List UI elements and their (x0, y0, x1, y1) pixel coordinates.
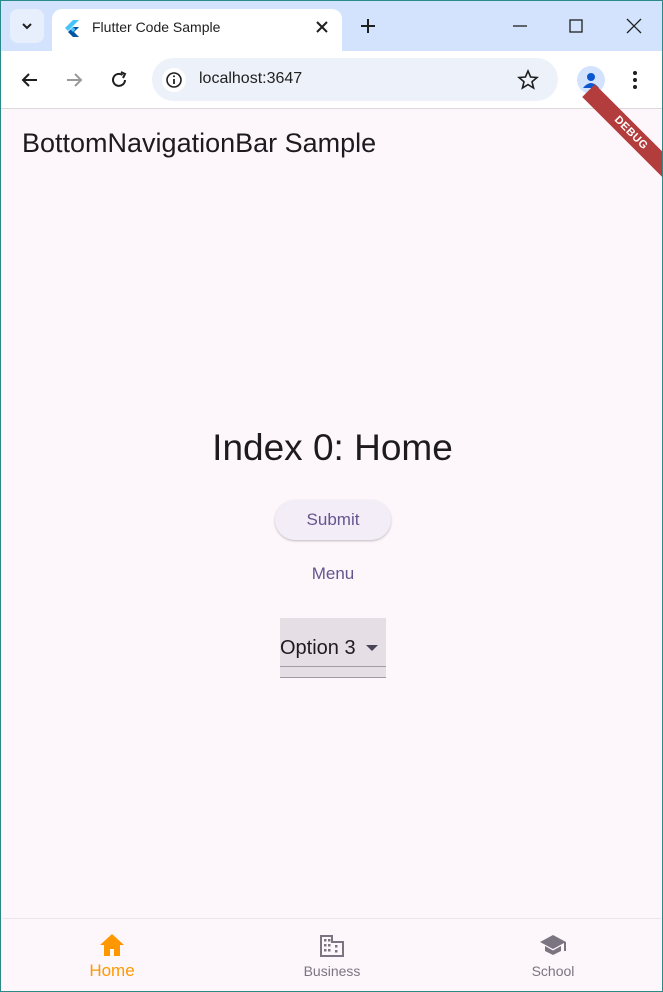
minimize-icon[interactable] (507, 13, 533, 39)
maximize-icon[interactable] (563, 13, 589, 39)
back-icon[interactable] (18, 68, 42, 92)
window-close-icon[interactable] (621, 13, 647, 39)
menu-button[interactable]: Menu (292, 558, 374, 590)
caret-down-icon (366, 645, 378, 651)
school-icon (540, 935, 566, 955)
site-info-button[interactable] (162, 68, 186, 92)
kebab-menu-icon[interactable] (625, 68, 645, 92)
star-icon[interactable] (516, 68, 540, 92)
url-text: localhost:3647 (199, 70, 303, 87)
tab-title: Flutter Code Sample (92, 19, 221, 35)
nav-item-home[interactable]: Home (2, 919, 222, 991)
reload-icon[interactable] (107, 68, 131, 92)
plus-icon[interactable] (357, 15, 379, 37)
nav-label-home: Home (89, 961, 135, 980)
nav-item-business[interactable]: Business (222, 919, 442, 991)
chevron-down-icon (22, 23, 32, 30)
business-icon (320, 935, 344, 957)
flutter-logo-icon (65, 20, 79, 37)
bottom-navigation-bar: Home Business School (2, 918, 662, 991)
dropdown-selected-value: Option 3 (280, 637, 356, 659)
home-icon (100, 934, 124, 956)
nav-item-school[interactable]: School (443, 919, 662, 991)
app-bar-title: BottomNavigationBar Sample (22, 128, 377, 158)
info-icon (166, 72, 182, 88)
flutter-app: BottomNavigationBar Sample DEBUG Index 0… (2, 84, 662, 991)
dropdown-underline (280, 666, 386, 667)
tab-strip: Flutter Code Sample (1, 1, 662, 51)
selected-index-text: Index 0: Home (212, 427, 453, 468)
browser-tab[interactable]: Flutter Code Sample (52, 9, 342, 51)
submit-button[interactable]: Submit (275, 500, 391, 540)
tab-search-button[interactable] (10, 9, 44, 43)
forward-icon[interactable] (62, 68, 86, 92)
options-dropdown[interactable]: Option 3 (280, 618, 386, 678)
browser-window: Flutter Code Sample localhost:3647 Botto… (0, 0, 663, 992)
address-bar[interactable]: localhost:3647 (152, 58, 558, 101)
browser-toolbar: localhost:3647 (1, 51, 662, 109)
nav-label-school: School (531, 963, 575, 979)
nav-label-business: Business (303, 963, 361, 979)
close-icon[interactable] (312, 17, 332, 37)
